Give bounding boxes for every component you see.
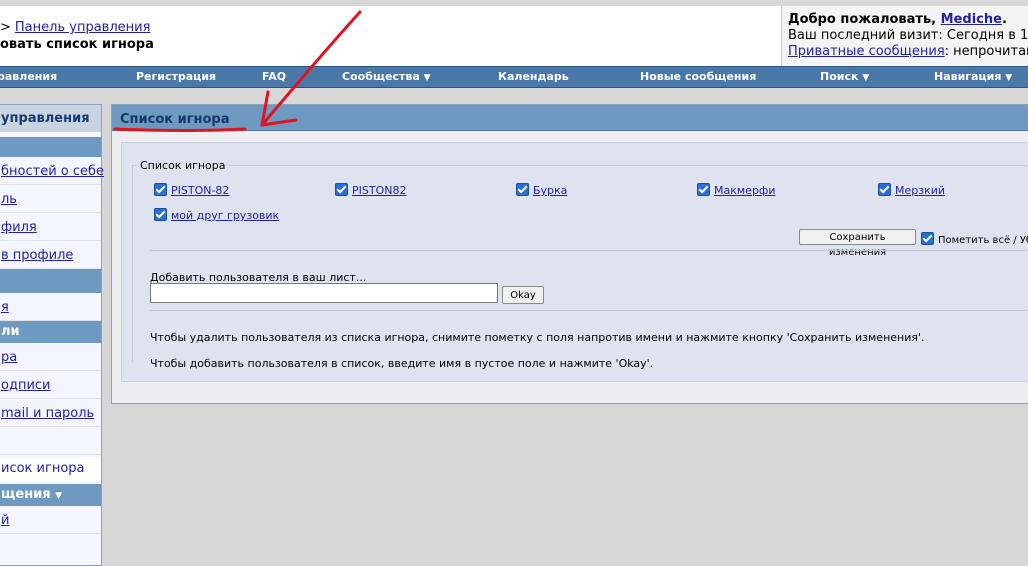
sidebar-section-header <box>0 269 101 293</box>
sidebar-item-in-profile[interactable]: в профиле <box>0 244 101 269</box>
checkbox-checked-icon[interactable] <box>335 183 348 196</box>
main-panel: Список игнора Список игнора PISTON-82 PI… <box>111 104 1028 404</box>
nav-label: Навигация <box>934 70 1002 83</box>
ignore-user-link[interactable]: Бурка <box>533 184 567 197</box>
divider <box>150 310 1028 311</box>
checkbox-checked-icon[interactable] <box>878 183 891 196</box>
breadcrumb-link-control-panel[interactable]: Панель управления <box>15 20 151 35</box>
note-remove: Чтобы удалить пользователя из списка игн… <box>150 331 925 344</box>
nav-item-navigation[interactable]: Навигация ▼ <box>934 70 1012 83</box>
welcome-suffix: . <box>1001 12 1007 27</box>
chevron-down-icon: ▼ <box>1005 73 1013 83</box>
note-add: Чтобы добавить пользователя в список, вв… <box>150 357 654 370</box>
sidebar-item-blank[interactable] <box>0 430 101 455</box>
nav-item-register[interactable]: Регистрация <box>136 70 216 83</box>
breadcrumb: > Панель управления <box>0 20 150 35</box>
breadcrumb-separator: > <box>0 20 11 35</box>
checkbox-checked-icon[interactable] <box>697 183 710 196</box>
nav-item-search[interactable]: Поиск ▼ <box>820 70 869 83</box>
welcome-prefix: Добро пожаловать, <box>788 12 941 27</box>
sidebar-item-6[interactable]: ра <box>0 346 101 371</box>
sidebar-item-signature[interactable]: одписи <box>0 374 101 399</box>
ignore-user-link[interactable]: Макмерфи <box>714 184 775 197</box>
sidebar-section-settings[interactable]: ли <box>0 321 101 343</box>
private-messages-link[interactable]: Приватные сообщения <box>788 44 945 59</box>
nav-bar: равления Регистрация FAQ Сообщества ▼ Ка… <box>0 66 1028 88</box>
sidebar-item-email-password[interactable]: mail и пароль <box>0 402 101 427</box>
checkbox-checked-icon[interactable] <box>154 183 167 196</box>
sidebar-item-1[interactable]: ль <box>0 188 101 213</box>
welcome-box: Добро пожаловать, Mediche. Ваш последний… <box>781 6 1028 66</box>
nav-item-communities[interactable]: Сообщества ▼ <box>342 70 431 83</box>
divider <box>150 250 1028 251</box>
page-title: овать список игнора <box>0 37 154 52</box>
chevron-down-icon: ▼ <box>423 73 431 83</box>
okay-button[interactable]: Okay <box>502 286 544 304</box>
nav-item-calendar[interactable]: Календарь <box>498 70 569 83</box>
nav-label: Новые сообщения <box>640 70 757 83</box>
sidebar-section-header <box>0 137 101 157</box>
panel-title: Список игнора <box>120 112 230 127</box>
panel-header: Список игнора <box>112 105 1028 131</box>
ignore-list-legend: Список игнора <box>140 159 226 172</box>
checkbox-checked-icon[interactable] <box>154 208 167 221</box>
add-user-input[interactable] <box>150 283 498 303</box>
save-changes-button[interactable]: Сохранить изменения <box>799 229 916 258</box>
last-visit-text: Ваш последний визит: Сегодня в 11:2 <box>788 28 1028 43</box>
checkbox-checked-icon[interactable] <box>516 183 529 196</box>
ignore-user-checkbox[interactable]: Бурка <box>516 183 567 197</box>
ignore-user-checkbox[interactable]: PISTON82 <box>335 183 406 197</box>
welcome-line: Добро пожаловать, Mediche. <box>788 12 1028 28</box>
nav-label: Календарь <box>498 70 569 83</box>
pm-status: : непрочитанны <box>944 44 1028 59</box>
sidebar-item-4[interactable]: я <box>0 296 101 321</box>
nav-item-new-posts[interactable]: Новые сообщения <box>640 70 756 83</box>
ignore-user-link[interactable]: PISTON82 <box>352 184 406 197</box>
ignore-user-checkbox[interactable]: Мерзкий <box>878 183 945 197</box>
sidebar-item-about-me[interactable]: бностей о себе <box>0 160 104 185</box>
pm-line: Приватные сообщения: непрочитанны <box>788 44 1028 60</box>
top-header: > Панель управления овать список игнора Д… <box>0 0 1028 66</box>
ignore-user-link[interactable]: Мерзкий <box>895 184 945 197</box>
nav-label: Поиск <box>820 70 859 83</box>
sidebar-item-ignore-list[interactable]: исок игнора <box>0 457 101 481</box>
ignore-user-checkbox[interactable]: PISTON-82 <box>154 183 229 197</box>
nav-label: FAQ <box>262 70 287 83</box>
sidebar-section-label: щения <box>1 487 51 502</box>
nav-label: Регистрация <box>136 70 217 83</box>
chevron-down-icon: ▼ <box>862 73 870 83</box>
panel-body: Список игнора PISTON-82 PISTON82 Бурка М… <box>121 142 1028 382</box>
ignore-user-checkbox[interactable]: мой друг грузовик <box>154 208 279 222</box>
ignore-user-link[interactable]: мой друг грузовик <box>171 209 279 222</box>
nav-item-control-panel[interactable]: равления <box>0 70 57 83</box>
sidebar-section-messages[interactable]: щения ▼ <box>0 484 101 506</box>
chevron-down-icon: ▼ <box>55 491 63 501</box>
ignore-user-checkbox[interactable]: Макмерфи <box>697 183 775 197</box>
mark-all-checkbox[interactable]: Пометить всё / Уб <box>921 232 1028 246</box>
username-link[interactable]: Mediche <box>941 12 1002 27</box>
ignore-user-link[interactable]: PISTON-82 <box>171 184 229 197</box>
checkbox-checked-icon[interactable] <box>921 232 934 245</box>
mark-all-label: Пометить всё / Уб <box>938 235 1028 246</box>
nav-label: равления <box>0 70 58 83</box>
sidebar: управления бностей о себе ль филя в проф… <box>0 104 104 566</box>
sidebar-item-profile[interactable]: филя <box>0 216 101 241</box>
nav-item-faq[interactable]: FAQ <box>262 70 286 83</box>
sidebar-item-11[interactable]: й <box>0 509 101 534</box>
sidebar-title: управления <box>0 105 101 132</box>
nav-label: Сообщества <box>342 70 420 83</box>
